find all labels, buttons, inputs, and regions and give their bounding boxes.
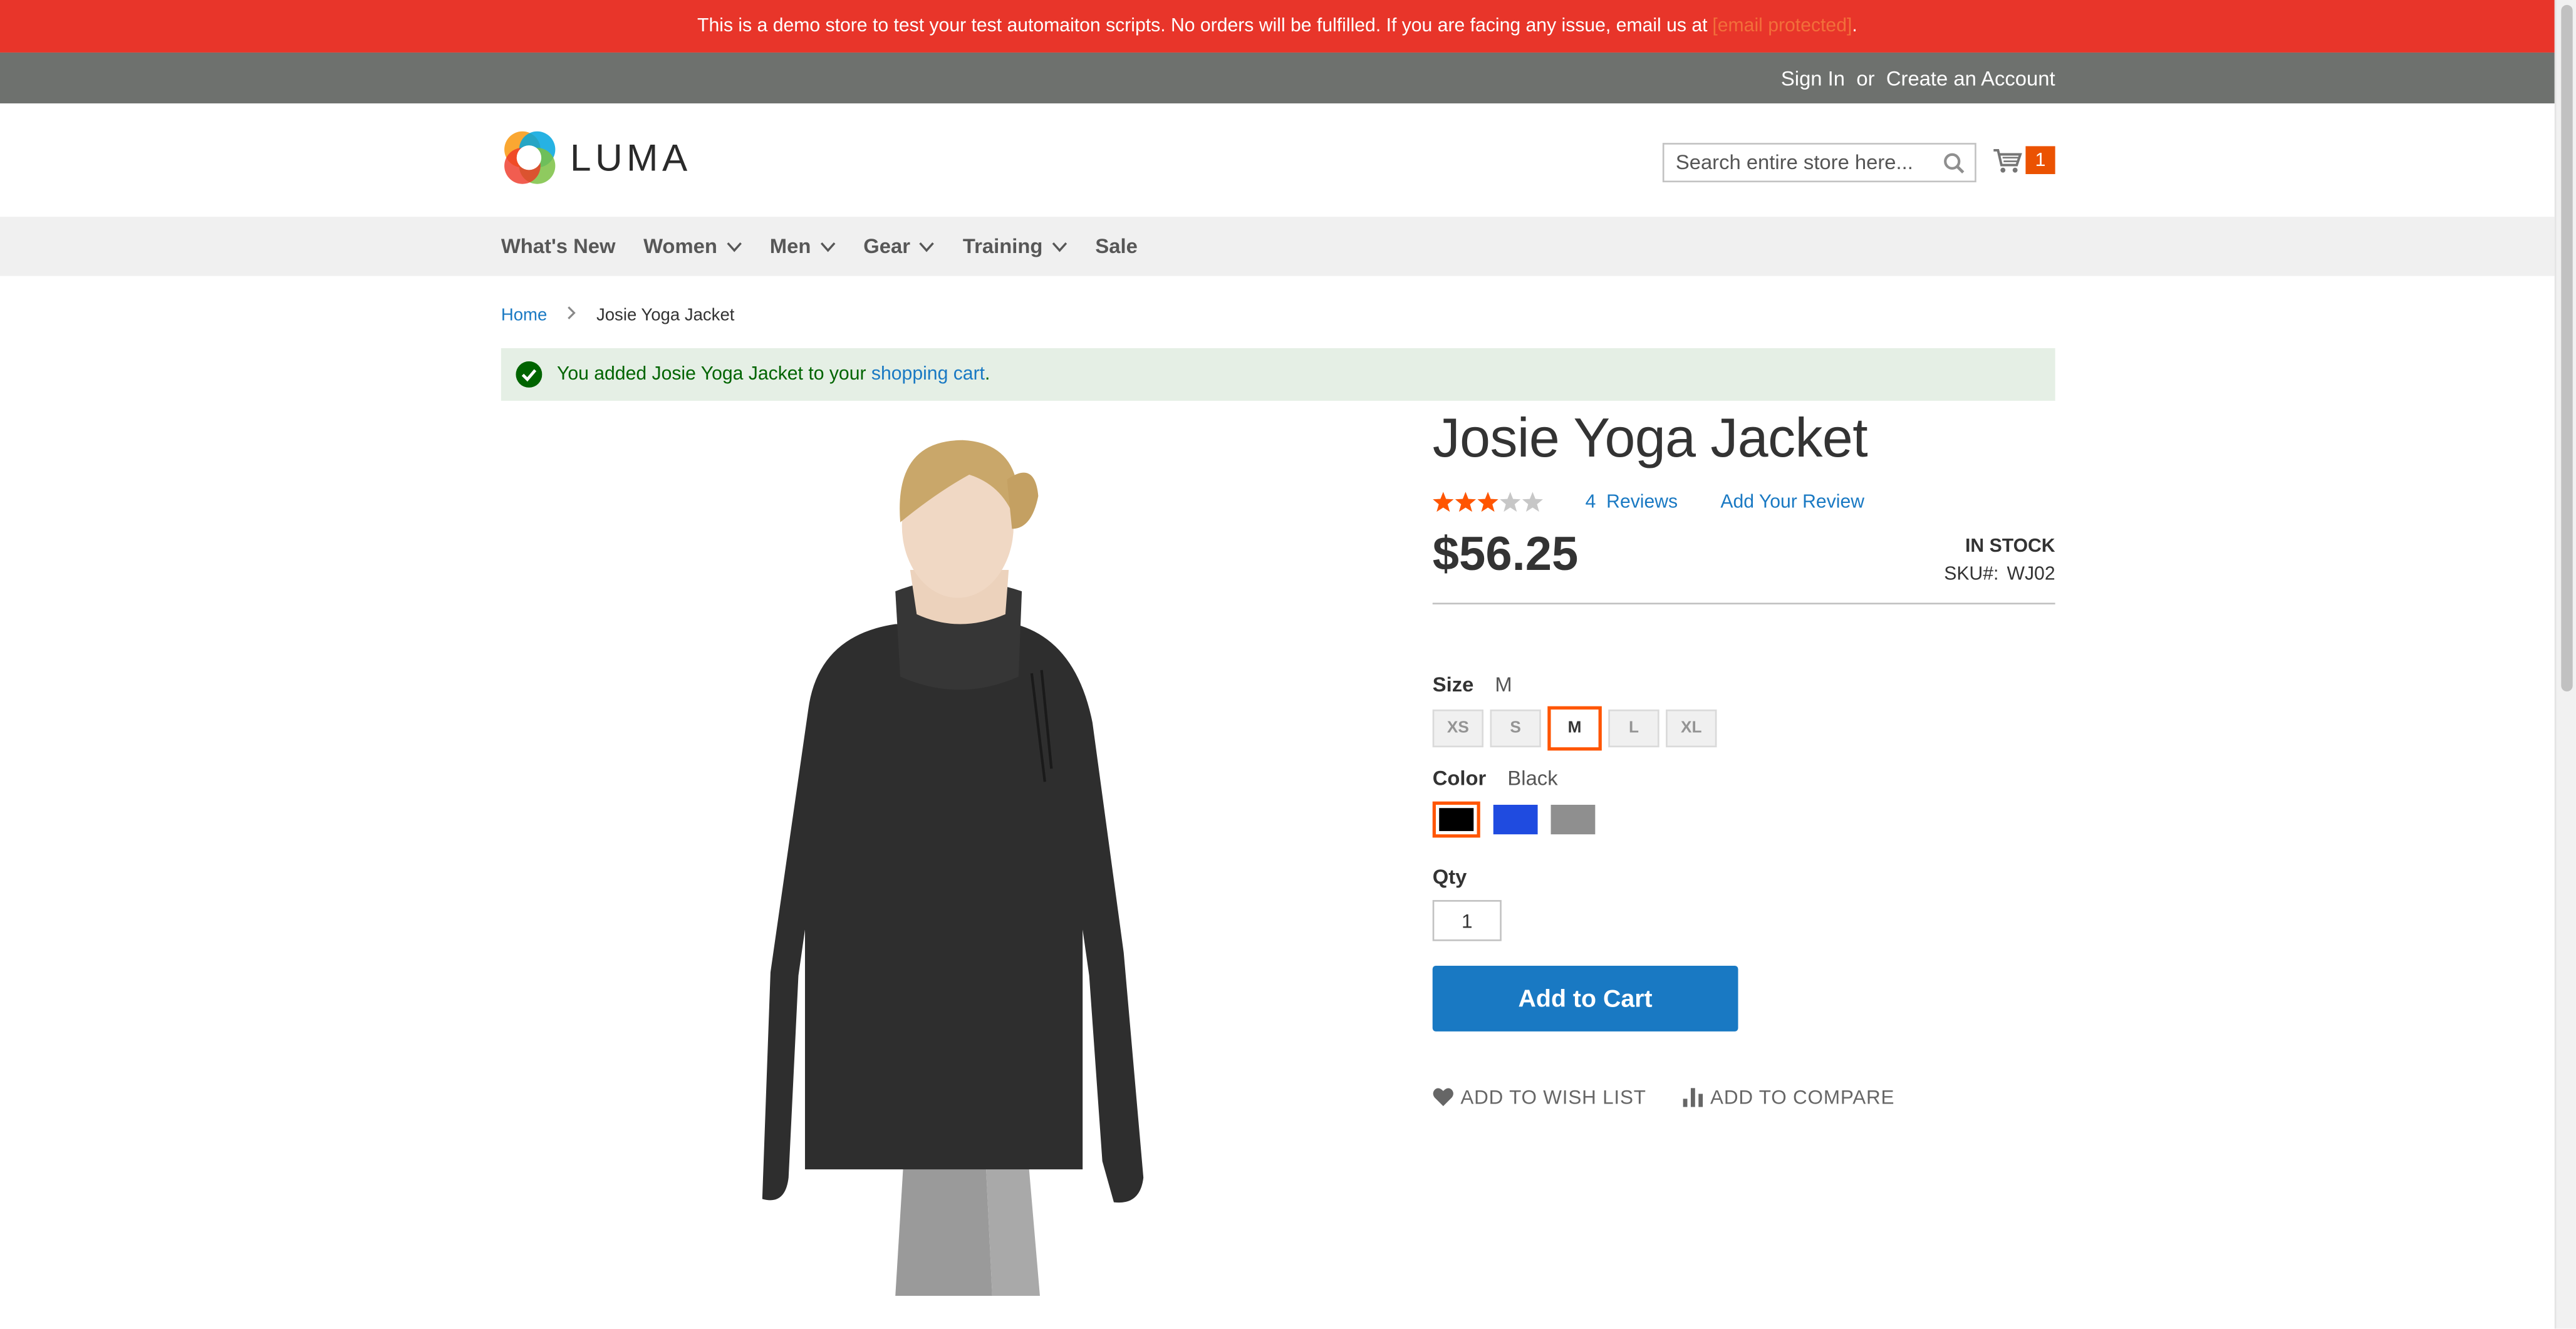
product-social-links: ADD TO WISH LIST ADD TO COMPARE bbox=[1433, 1085, 1931, 1109]
size-swatch-l[interactable]: L bbox=[1608, 709, 1659, 748]
nav-item-label: Gear bbox=[863, 235, 911, 258]
nav-item-men[interactable]: Men bbox=[770, 235, 836, 258]
sku-row: SKU#: WJ02 bbox=[1944, 565, 2055, 584]
search-box bbox=[1662, 143, 1976, 183]
nav-item-training[interactable]: Training bbox=[963, 235, 1067, 258]
color-swatches bbox=[1432, 801, 1609, 838]
color-selected-value: Black bbox=[1507, 767, 1558, 790]
demo-banner-text: This is a demo store to test your test a… bbox=[697, 16, 1708, 36]
logo-text: LUMA bbox=[569, 135, 692, 178]
nav-item-label: Training bbox=[962, 235, 1043, 258]
search-icon[interactable] bbox=[1943, 153, 1965, 174]
rating-stars-icon bbox=[1433, 492, 1543, 512]
size-selected-value: M bbox=[1495, 673, 1512, 696]
browser-viewport: This is a demo store to test your test a… bbox=[0, 0, 2576, 1329]
sign-in-link[interactable]: Sign In bbox=[1781, 66, 1845, 90]
demo-banner-email-link[interactable]: [email protected] bbox=[1712, 16, 1852, 36]
color-swatch-blue[interactable] bbox=[1493, 804, 1538, 835]
top-header-bar: Sign In or Create an Account bbox=[0, 52, 2555, 104]
breadcrumb-separator-icon bbox=[567, 306, 577, 325]
success-message: You added Josie Yoga Jacket to your shop… bbox=[501, 348, 2055, 401]
reviews-link[interactable]: 4 Reviews bbox=[1586, 493, 1678, 512]
color-label: Color bbox=[1432, 767, 1487, 790]
nav-item-sale[interactable]: Sale bbox=[1095, 235, 1137, 258]
breadcrumb-current: Josie Yoga Jacket bbox=[596, 305, 735, 326]
reviews-count: 4 bbox=[1585, 492, 1596, 513]
color-swatch-black[interactable] bbox=[1432, 801, 1480, 838]
breadcrumb: Home Josie Yoga Jacket bbox=[501, 306, 735, 325]
stock-status: IN STOCK bbox=[1965, 537, 2055, 557]
nav-item-gear[interactable]: Gear bbox=[863, 235, 935, 258]
sku-value: WJ02 bbox=[2007, 565, 2055, 585]
add-to-cart-button[interactable]: Add to Cart bbox=[1432, 965, 1738, 1032]
add-review-link[interactable]: Add Your Review bbox=[1720, 493, 1864, 512]
size-option-label: Size M bbox=[1433, 673, 1512, 696]
stock-info: IN STOCK SKU#: WJ02 bbox=[1944, 537, 2055, 585]
color-option-label: Color Black bbox=[1433, 767, 1558, 790]
product-rating: 4 Reviews Add Your Review bbox=[1433, 491, 1864, 514]
scrollbar-thumb[interactable] bbox=[2561, 4, 2573, 692]
success-message-text: You added Josie Yoga Jacket to your bbox=[556, 365, 866, 385]
luma-logo[interactable]: LUMA bbox=[501, 130, 692, 185]
reviews-label: Reviews bbox=[1606, 492, 1678, 513]
heart-icon bbox=[1433, 1088, 1453, 1107]
size-swatch-xl[interactable]: XL bbox=[1666, 709, 1717, 748]
product-image[interactable] bbox=[739, 430, 1183, 1296]
nav-item-women[interactable]: Women bbox=[643, 235, 742, 258]
color-swatch-fill bbox=[1439, 808, 1474, 831]
sku-label: SKU#: bbox=[1944, 565, 1999, 585]
size-swatch-xs[interactable]: XS bbox=[1432, 709, 1484, 748]
account-links: Sign In or Create an Account bbox=[1781, 53, 2055, 103]
search-input[interactable] bbox=[1664, 144, 1928, 181]
size-swatch-m[interactable]: M bbox=[1547, 706, 1602, 751]
size-swatch-s[interactable]: S bbox=[1490, 709, 1541, 748]
nav-item-whats-new[interactable]: What's New bbox=[501, 235, 616, 258]
shopping-cart-link[interactable]: shopping cart bbox=[871, 365, 985, 384]
main-navigation: What's New Women Men Gear Training Sale bbox=[0, 217, 2555, 276]
color-swatch-gray[interactable] bbox=[1550, 804, 1596, 835]
breadcrumb-home-link[interactable]: Home bbox=[501, 306, 547, 325]
cart-count-badge: 1 bbox=[2025, 146, 2055, 174]
site-header: LUMA 1 bbox=[0, 103, 2555, 217]
nav-item-label: What's New bbox=[501, 235, 616, 258]
qty-label: Qty bbox=[1432, 866, 1467, 889]
compare-chart-icon bbox=[1683, 1088, 1703, 1107]
luma-logo-icon bbox=[504, 131, 556, 184]
demo-banner-suffix: . bbox=[1852, 16, 1857, 36]
demo-store-banner: This is a demo store to test your test a… bbox=[0, 0, 2555, 53]
wish-list-label: ADD TO WISH LIST bbox=[1460, 1085, 1646, 1109]
size-swatches: XS S M L XL bbox=[1432, 706, 1723, 751]
nav-item-label: Sale bbox=[1095, 235, 1138, 258]
compare-label: ADD TO COMPARE bbox=[1710, 1085, 1895, 1109]
create-account-link[interactable]: Create an Account bbox=[1886, 66, 2055, 90]
chevron-down-icon bbox=[1051, 241, 1067, 252]
product-title: Josie Yoga Jacket bbox=[1432, 408, 1868, 470]
info-divider bbox=[1432, 602, 2055, 605]
nav-item-label: Men bbox=[769, 235, 811, 258]
qty-input[interactable]: 1 bbox=[1432, 900, 1502, 941]
size-label: Size bbox=[1432, 673, 1474, 696]
or-separator: or bbox=[1856, 66, 1875, 90]
nav-item-label: Women bbox=[643, 235, 717, 258]
chevron-down-icon bbox=[726, 241, 741, 252]
success-check-icon bbox=[516, 361, 543, 388]
add-to-wish-list-link[interactable]: ADD TO WISH LIST bbox=[1433, 1085, 1646, 1109]
shopping-cart-icon bbox=[1993, 148, 2022, 172]
chevron-down-icon bbox=[819, 241, 835, 252]
product-price: $56.25 bbox=[1432, 529, 1579, 582]
chevron-down-icon bbox=[919, 241, 935, 252]
success-message-suffix: . bbox=[985, 365, 990, 385]
add-to-compare-link[interactable]: ADD TO COMPARE bbox=[1682, 1085, 1894, 1109]
minicart-link[interactable]: 1 bbox=[1993, 146, 2055, 174]
page-scrollbar[interactable] bbox=[2554, 0, 2576, 1329]
